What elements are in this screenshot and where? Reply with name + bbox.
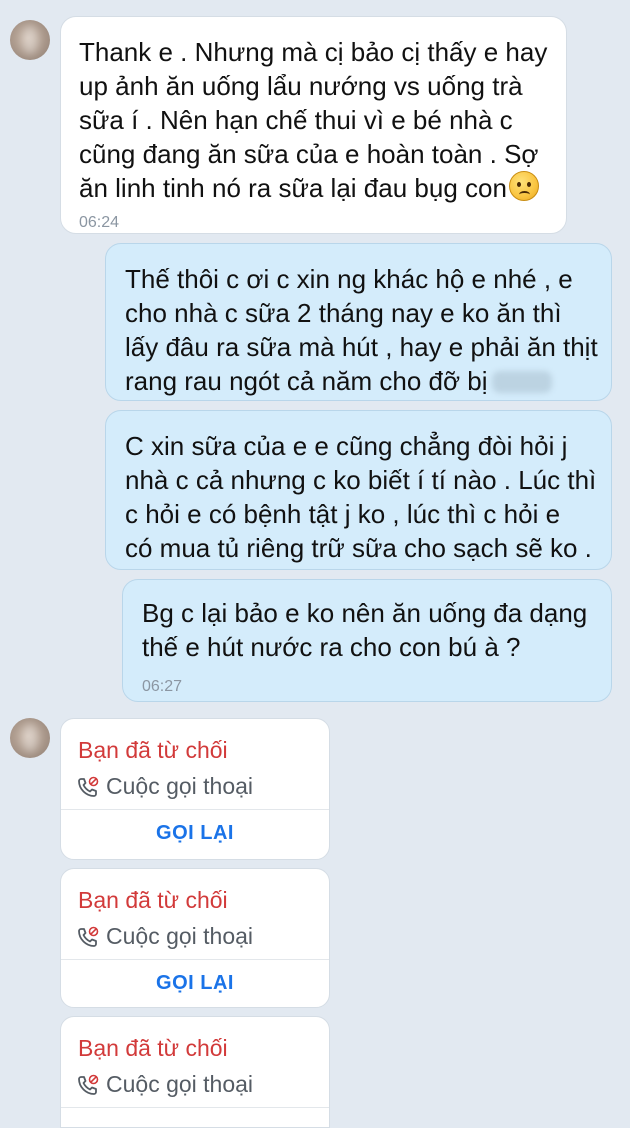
message-bubble-outgoing[interactable]: Thế thôi c ơi c xin ng khác hộ e nhé , e… [105,243,612,401]
message-bubble-incoming[interactable]: Thank e . Nhưng mà cị bảo cị thấy e hay … [60,16,567,234]
message-text-line: lấy đâu ra sữa mà hút , hay e phải ăn th… [125,332,598,362]
message-text-line: có mua tủ riêng trữ sữa cho sạch sẽ ko . [125,533,592,563]
message-text-line: thế e hút nước ra cho con bú à ? [142,632,521,662]
redacted-text [491,371,552,393]
declined-call-card[interactable]: Bạn đã từ chối Cuộc gọi thoại GỌI LẠI [60,868,330,1008]
call-type: Cuộc gọi thoại [106,1071,254,1097]
message-text-line: cho nhà c sữa 2 tháng nay e ko ăn thì [125,298,562,328]
message-text-line: Bg c lại bảo e ko nên ăn uống đa dạng [142,598,588,628]
call-back-button[interactable]: GỌI LẠI [61,822,329,845]
call-status: Bạn đã từ chối [78,887,228,913]
call-type: Cuộc gọi thoại [106,923,254,949]
missed-call-icon [78,776,99,797]
message-bubble-outgoing[interactable]: C xin sữa của e e cũng chẳng đòi hỏi j n… [105,410,612,570]
call-back-button[interactable]: GỌI LẠI [61,972,329,995]
missed-call-icon [78,1074,99,1095]
declined-call-card[interactable]: Bạn đã từ chối Cuộc gọi thoại GỌI LẠI [60,718,330,860]
divider [61,1107,329,1108]
contact-avatar[interactable] [10,20,50,60]
call-type: Cuộc gọi thoại [106,773,254,799]
message-timestamp: 06:24 [79,214,120,231]
missed-call-icon [78,926,99,947]
frowning-face-icon [508,171,539,201]
message-text-line: nhà c cả nhưng c ko biết í tí nào . Lúc … [125,465,597,495]
message-text-line: cũng đang ăn sữa của e hoàn toàn . Sợ [79,139,539,169]
message-text-line: ăn linh tinh nó ra sữa lại đau bụg con [79,173,507,203]
call-status: Bạn đã từ chối [78,737,228,763]
message-text-line: Thank e . Nhưng mà cị bảo cị thấy e hay [79,37,548,67]
message-timestamp: 06:27 [142,678,183,695]
divider [61,809,329,810]
message-bubble-outgoing[interactable]: Bg c lại bảo e ko nên ăn uống đa dạng th… [122,579,612,702]
call-status: Bạn đã từ chối [78,1035,228,1061]
message-text-line: sữa í . Nên hạn chế thui vì e bé nhà c [79,105,513,135]
message-text-line: rang rau ngót cả năm cho đỡ bị [125,366,488,396]
divider [61,959,329,960]
message-text-line: Thế thôi c ơi c xin ng khác hộ e nhé , e [125,264,573,294]
message-text-line: C xin sữa của e e cũng chẳng đòi hỏi j [125,431,568,461]
message-text-line: c hỏi e có bệnh tật j ko , lúc thì c hỏi… [125,499,561,529]
declined-call-card[interactable]: Bạn đã từ chối Cuộc gọi thoại [60,1016,330,1128]
message-text-line: up ảnh ăn uống lẩu nướng vs uống trà [79,71,523,101]
contact-avatar[interactable] [10,718,50,758]
